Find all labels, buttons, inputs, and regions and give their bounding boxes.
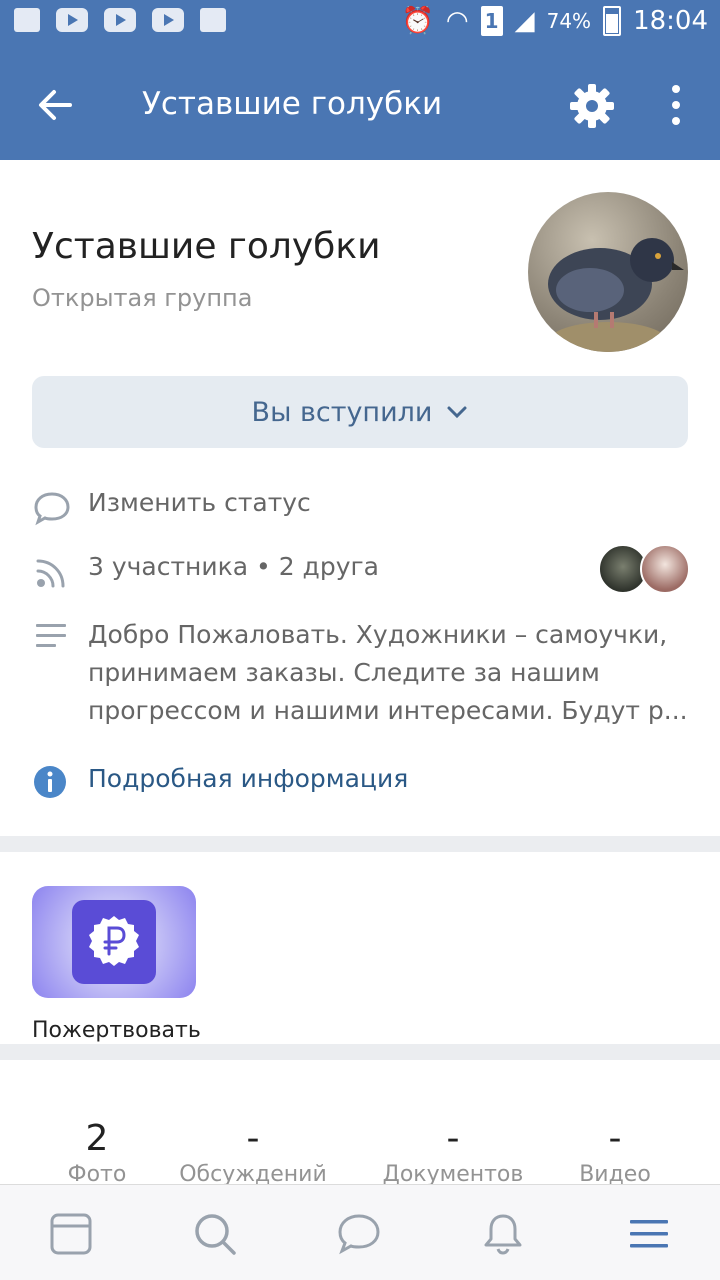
more-options-icon[interactable] bbox=[662, 82, 690, 128]
bottom-navigation bbox=[0, 1184, 720, 1280]
counter-documents[interactable]: - Документов bbox=[368, 1118, 538, 1187]
friends-avatars[interactable] bbox=[598, 544, 690, 594]
wifi-icon: ◠ bbox=[445, 6, 469, 36]
app-bar: Уставшие голубки bbox=[0, 48, 720, 160]
joined-button[interactable]: Вы вступили bbox=[32, 376, 688, 448]
group-name: Уставшие голубки bbox=[32, 226, 381, 267]
counter-value: 2 bbox=[85, 1118, 109, 1159]
search-icon[interactable] bbox=[192, 1211, 238, 1257]
members-row[interactable]: 3 участника • 2 друга bbox=[32, 552, 379, 592]
donate-card: Пожертвовать bbox=[0, 852, 720, 1044]
counter-value: - bbox=[246, 1118, 260, 1159]
counter-photos[interactable]: 2 Фото bbox=[12, 1118, 182, 1187]
counter-videos[interactable]: - Видео bbox=[530, 1118, 700, 1187]
app-bar-title: Уставшие голубки bbox=[142, 86, 443, 122]
signal-icon: ◢ bbox=[514, 6, 535, 36]
messages-icon[interactable] bbox=[336, 1211, 382, 1257]
info-icon bbox=[34, 766, 66, 798]
youtube-icon bbox=[56, 8, 88, 32]
ruble-badge-icon bbox=[89, 916, 139, 966]
mail-settings-icon bbox=[200, 8, 226, 32]
change-status-label: Изменить статус bbox=[88, 488, 311, 517]
battery-icon bbox=[603, 6, 622, 36]
counter-value: - bbox=[446, 1118, 460, 1159]
counter-discussions[interactable]: - Обсуждений bbox=[168, 1118, 338, 1187]
change-status-row[interactable]: Изменить статус bbox=[32, 488, 311, 528]
rss-icon bbox=[36, 559, 65, 588]
donate-tile[interactable] bbox=[32, 886, 196, 998]
youtube-icon bbox=[152, 8, 184, 32]
more-info-row[interactable]: Подробная информация bbox=[32, 764, 408, 804]
friend-avatar bbox=[640, 544, 690, 594]
group-type: Открытая группа bbox=[32, 284, 253, 312]
alarm-icon: ⏰ bbox=[401, 6, 434, 36]
clock: 18:04 bbox=[633, 6, 708, 36]
sim-icon: 1 bbox=[480, 6, 503, 36]
gear-icon[interactable] bbox=[566, 80, 618, 132]
notifications-icon[interactable] bbox=[480, 1211, 526, 1257]
donate-label[interactable]: Пожертвовать bbox=[32, 1018, 201, 1043]
text-lines-icon bbox=[36, 624, 66, 647]
joined-button-label: Вы вступили bbox=[251, 396, 433, 428]
notification-icons bbox=[14, 8, 226, 32]
menu-icon[interactable] bbox=[626, 1211, 672, 1257]
members-count: 3 участника • 2 друга bbox=[88, 552, 379, 581]
counter-value: - bbox=[608, 1118, 622, 1159]
group-header-card: Уставшие голубки Открытая группа Вы всту… bbox=[0, 160, 720, 836]
speech-bubble-icon bbox=[34, 492, 70, 526]
battery-percent: 74% bbox=[546, 9, 592, 33]
status-bar: ⏰ ◠ 1 ◢ 74% 18:04 bbox=[0, 0, 720, 48]
back-arrow-icon[interactable] bbox=[30, 78, 84, 132]
chevron-down-icon bbox=[447, 406, 467, 419]
group-description: Добро Пожаловать. Художники – самоучки, … bbox=[88, 620, 688, 725]
group-avatar[interactable] bbox=[528, 192, 688, 352]
app-notification-icon bbox=[14, 8, 40, 32]
system-icons: ⏰ ◠ 1 ◢ 74% 18:04 bbox=[402, 6, 708, 36]
description-row[interactable]: Добро Пожаловать. Художники – самоучки, … bbox=[32, 616, 688, 730]
news-icon[interactable] bbox=[48, 1211, 94, 1257]
youtube-icon bbox=[104, 8, 136, 32]
donate-icon-box bbox=[72, 900, 156, 984]
more-info-link: Подробная информация bbox=[88, 764, 409, 793]
pigeon-image bbox=[548, 238, 684, 352]
